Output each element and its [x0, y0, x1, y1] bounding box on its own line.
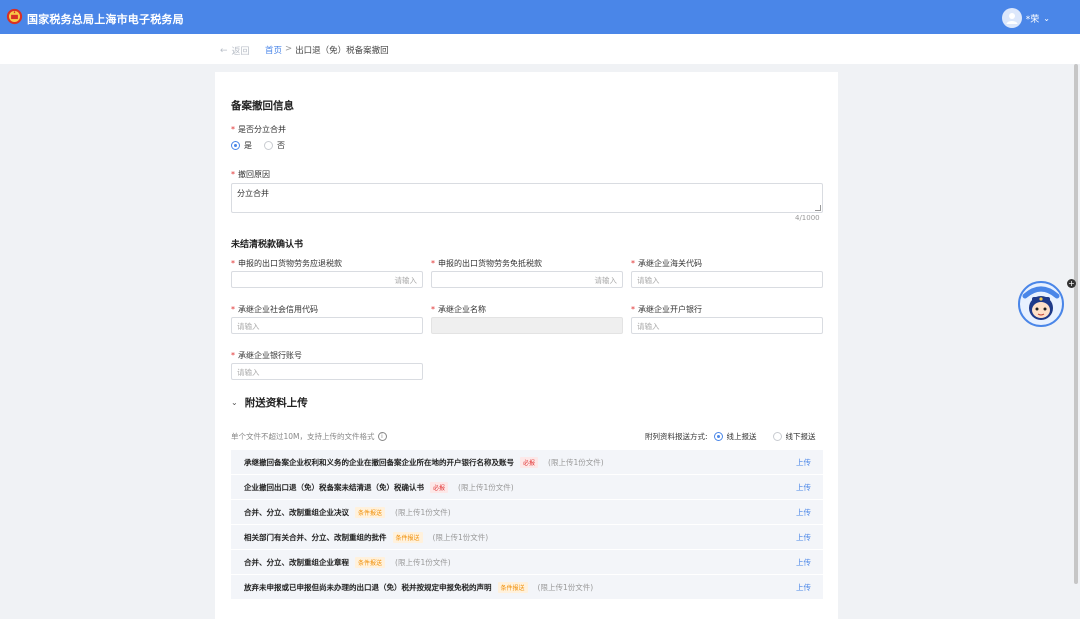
- reason-counter: 4/1000: [795, 214, 820, 222]
- required-badge: 必报: [520, 456, 539, 468]
- reason-textarea[interactable]: 分立合并: [231, 183, 823, 213]
- attachment-row: 合并、分立、改制重组企业决议 条件报送 (限上传1份文件) 上传: [231, 500, 823, 524]
- user-name: *荣: [1025, 14, 1040, 25]
- reason-value: 分立合并: [237, 189, 269, 198]
- chevron-down-icon: ⌄: [231, 398, 238, 407]
- bank-input[interactable]: 请输入: [631, 317, 823, 334]
- attachment-row: 合并、分立、改制重组企业章程 条件报送 (限上传1份文件) 上传: [231, 550, 823, 574]
- back-label: 返回: [231, 47, 250, 57]
- upload-hint: 单个文件不超过10M，支持上传的文件格式 i: [231, 431, 387, 442]
- customs-code-label: * 承继企业海关代码: [631, 259, 702, 268]
- user-avatar-icon: [1001, 8, 1022, 28]
- account-input[interactable]: 请输入: [231, 363, 423, 380]
- confirm-section-title: 未结清税款确认书: [231, 240, 304, 250]
- info-icon[interactable]: i: [377, 432, 387, 441]
- site-title: 国家税务总局上海市电子税务局: [27, 13, 184, 26]
- arrow-left-icon: ←: [220, 45, 228, 56]
- breadcrumb: 首页 > 出口退（免）税备案撤回: [265, 44, 389, 56]
- offset-tax-label: * 申报的出口货物劳务免抵税款: [431, 259, 542, 268]
- method-label: 附列资料报送方式:: [645, 432, 708, 441]
- method-online-radio[interactable]: 线上报送: [713, 431, 757, 442]
- conditional-badge: 条件报送: [392, 531, 423, 543]
- sub-nav: ← 返回 首页 > 出口退（免）税备案撤回: [0, 34, 1080, 64]
- credit-code-input[interactable]: 请输入: [231, 317, 423, 334]
- tax-emblem-icon: [6, 8, 23, 25]
- upload-button[interactable]: 上传: [796, 482, 811, 493]
- upload-section-toggle[interactable]: ⌄ 附送资料上传: [231, 395, 308, 410]
- chevron-down-icon: ⌄: [1043, 13, 1050, 23]
- reason-label: * 撤回原因: [231, 170, 270, 179]
- page-scrollbar[interactable]: [1073, 64, 1080, 584]
- conditional-badge: 条件报送: [497, 581, 528, 593]
- attachment-row: 企业撤回出口退（免）税备案未结清退（免）税确认书 必报 (限上传1份文件) 上传: [231, 475, 823, 499]
- back-button[interactable]: ← 返回: [220, 44, 250, 58]
- assistant-mascot-icon[interactable]: [1017, 280, 1065, 328]
- plus-icon[interactable]: +: [1067, 279, 1076, 288]
- upload-button[interactable]: 上传: [796, 532, 811, 543]
- credit-code-label: * 承继企业社会信用代码: [231, 305, 318, 314]
- offset-tax-input[interactable]: 请输入: [431, 271, 623, 288]
- user-menu[interactable]: *荣 ⌄: [1001, 8, 1050, 28]
- upload-section-title: 附送资料上传: [244, 397, 308, 409]
- customs-code-input[interactable]: 请输入: [631, 271, 823, 288]
- refund-tax-label: * 申报的出口货物劳务应退税款: [231, 259, 342, 268]
- merge-radio-group: 是 否: [231, 140, 297, 151]
- attachment-row: 放弃未申报或已申报但尚未办理的出口退（免）税并按规定申报免税的声明 条件报送 (…: [231, 575, 823, 599]
- top-bar: 国家税务总局上海市电子税务局 *荣 ⌄: [0, 0, 1080, 34]
- company-name-input: [431, 317, 623, 334]
- upload-button[interactable]: 上传: [796, 557, 811, 568]
- scrollbar-thumb[interactable]: [1074, 64, 1078, 584]
- form-card: 备案撤回信息 * 是否分立合并 是 否 * 撤回原因 分立合并 4/1000 未结清…: [215, 72, 838, 619]
- upload-button[interactable]: 上传: [796, 457, 811, 468]
- breadcrumb-current: 出口退（免）税备案撤回: [295, 46, 389, 56]
- breadcrumb-home[interactable]: 首页: [265, 44, 282, 56]
- bank-label: * 承继企业开户银行: [631, 305, 702, 314]
- attachment-row: 承继撤回备案企业权利和义务的企业在撤回备案企业所在地的开户银行名称及账号 必报 …: [231, 450, 823, 474]
- account-label: * 承继企业银行账号: [231, 351, 302, 360]
- required-badge: 必报: [430, 481, 449, 493]
- breadcrumb-separator: >: [285, 44, 293, 54]
- submit-method: 附列资料报送方式: 线上报送 线下报送: [645, 431, 826, 442]
- company-name-label: * 承继企业名称: [431, 305, 486, 314]
- conditional-badge: 条件报送: [355, 506, 386, 518]
- refund-tax-input[interactable]: 请输入: [231, 271, 423, 288]
- merge-yes-radio[interactable]: 是: [231, 140, 252, 151]
- upload-button[interactable]: 上传: [796, 582, 811, 593]
- upload-button[interactable]: 上传: [796, 507, 811, 518]
- conditional-badge: 条件报送: [355, 556, 386, 568]
- revoke-section-title: 备案撤回信息: [231, 100, 294, 112]
- resize-handle[interactable]: [815, 205, 821, 211]
- merge-no-radio[interactable]: 否: [264, 140, 285, 151]
- merge-label: * 是否分立合并: [231, 125, 286, 134]
- method-offline-radio[interactable]: 线下报送: [772, 431, 816, 442]
- attachment-row: 相关部门有关合并、分立、改制重组的批件 条件报送 (限上传1份文件) 上传: [231, 525, 823, 549]
- attachment-list: 承继撤回备案企业权利和义务的企业在撤回备案企业所在地的开户银行名称及账号 必报 …: [231, 450, 823, 600]
